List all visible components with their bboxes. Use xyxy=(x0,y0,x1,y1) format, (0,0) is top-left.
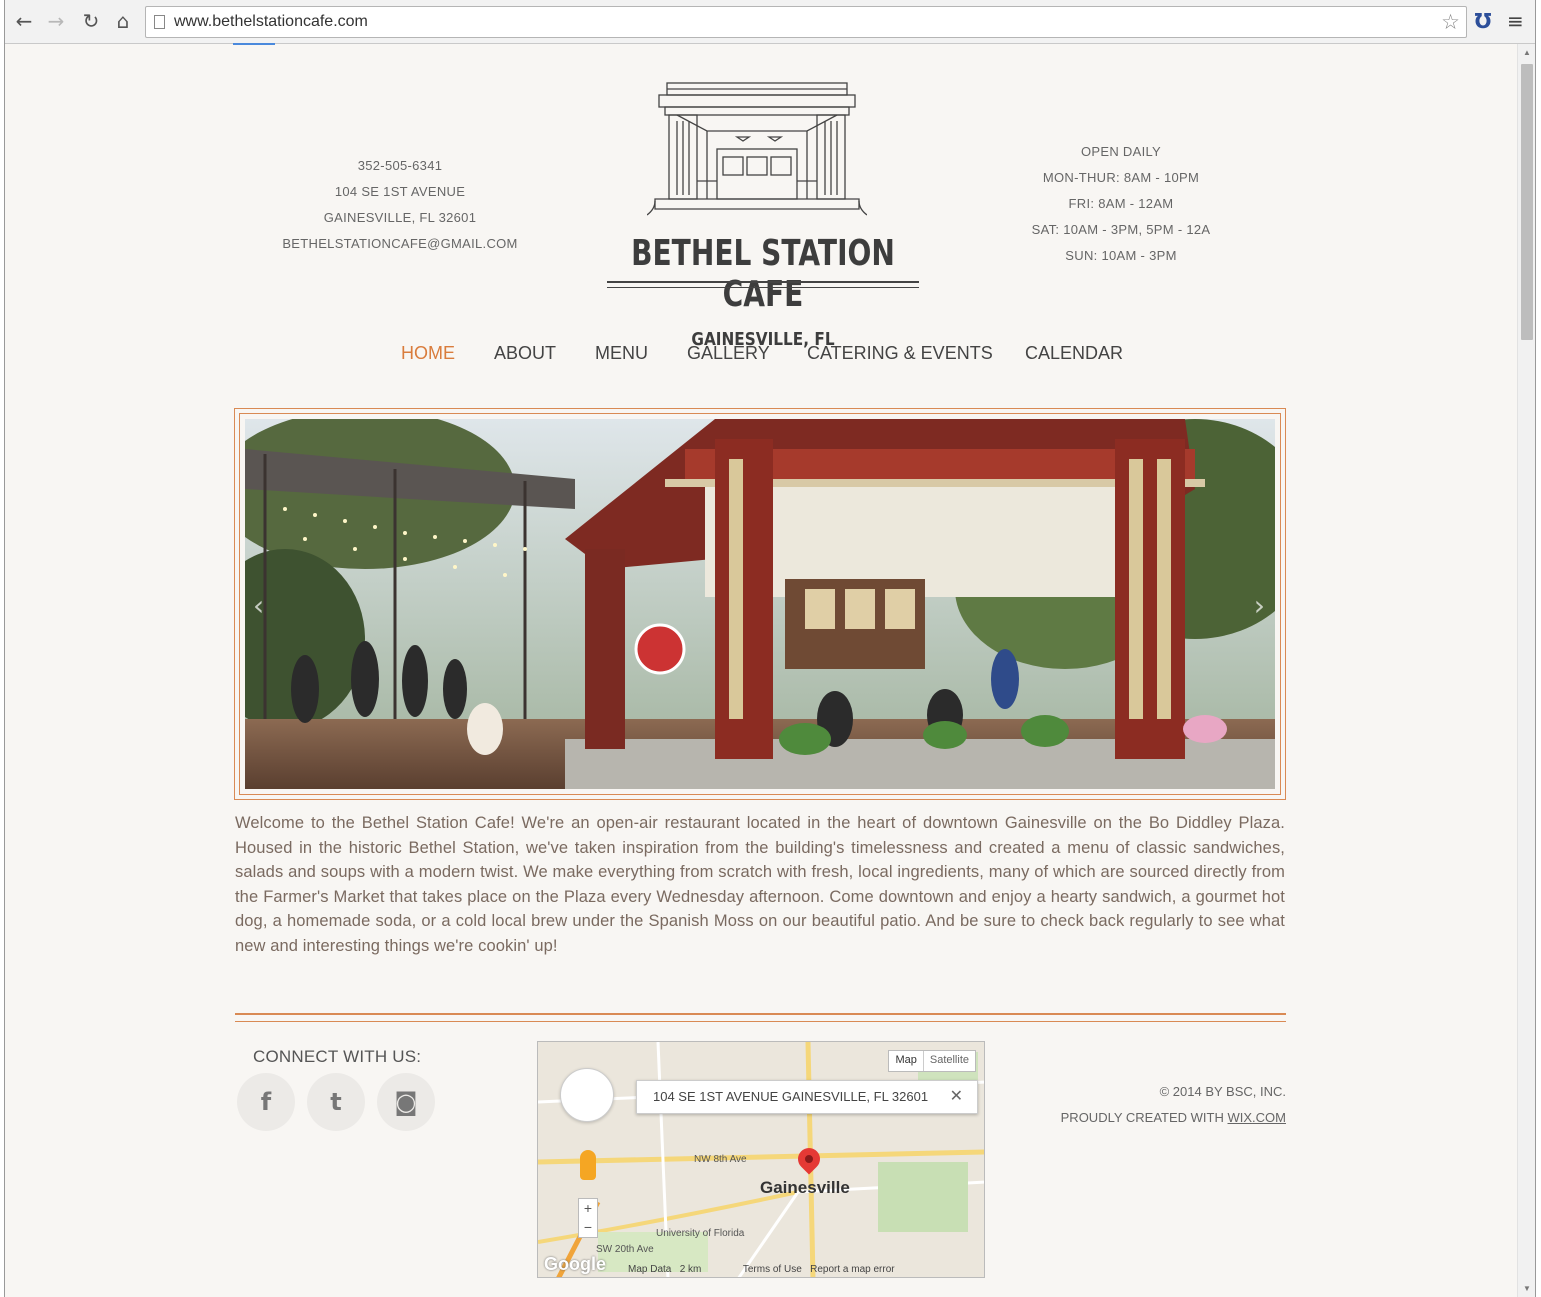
hours-sat: SAT: 10AM - 3PM, 5PM - 12A xyxy=(1031,222,1211,237)
map-report-link[interactable]: Report a map error xyxy=(810,1264,894,1275)
logo-rule-bottom xyxy=(607,287,919,288)
phone-number: 352-505-6341 xyxy=(357,158,443,173)
map-pan-control[interactable] xyxy=(560,1068,614,1122)
home-icon[interactable]: ⌂ xyxy=(112,10,134,32)
created-prefix: PROUDLY CREATED WITH xyxy=(1060,1110,1228,1125)
city-address: GAINESVILLE, FL 32601 xyxy=(323,210,477,225)
hero-photo: ‹ › xyxy=(245,419,1275,789)
reload-icon[interactable]: ↻ xyxy=(80,10,102,32)
footer-divider-bottom xyxy=(235,1021,1286,1022)
google-logo: Google xyxy=(544,1254,606,1274)
facebook-icon[interactable]: f xyxy=(237,1073,295,1131)
browser-window: ← → ↻ ⌂ www.bethelstationcafe.com ☆ Ʊ ≡ … xyxy=(4,0,1536,1297)
map-street-label: NW 8th Ave xyxy=(694,1154,747,1165)
site-logo[interactable]: BETHEL STATION CAFE GAINESVILLE, FL xyxy=(593,81,933,350)
scroll-thumb[interactable] xyxy=(1521,64,1533,340)
nav-calendar[interactable]: CALENDAR xyxy=(1025,343,1123,364)
created-with-line: PROUDLY CREATED WITH WIX.COM xyxy=(1005,1105,1286,1131)
contact-block: 352-505-6341 104 SE 1ST AVENUE GAINESVIL… xyxy=(235,153,565,257)
twitter-icon[interactable]: t xyxy=(307,1073,365,1131)
address-bar[interactable]: www.bethelstationcafe.com ☆ xyxy=(145,6,1467,38)
map-bubble-address: 104 SE 1ST AVENUE GAINESVILLE, FL 32601 xyxy=(653,1089,929,1104)
slide-prev-icon[interactable]: ‹ xyxy=(253,589,264,622)
copyright-text: © 2014 BY BSC, INC. xyxy=(1159,1084,1286,1099)
logo-title: BETHEL STATION CAFE xyxy=(631,233,895,315)
back-arrow-icon[interactable]: ← xyxy=(13,10,35,32)
close-icon[interactable]: ✕ xyxy=(950,1081,963,1113)
nav-menu[interactable]: MENU xyxy=(595,343,648,364)
map-data-label: Map Data xyxy=(628,1264,672,1275)
map-scale-label: 2 km xyxy=(679,1264,702,1275)
scroll-down-icon[interactable]: ▼ xyxy=(1523,1284,1531,1293)
map-tab-satellite[interactable]: Satellite xyxy=(922,1051,975,1071)
hours-heading: OPEN DAILY xyxy=(1080,144,1162,159)
extension-icon[interactable]: Ʊ xyxy=(1471,9,1495,33)
map-university-label: University of Florida xyxy=(656,1228,745,1239)
hours-block: OPEN DAILY MON-THUR: 8AM - 10PM FRI: 8AM… xyxy=(1005,139,1237,269)
instagram-icon[interactable]: ◙ xyxy=(377,1073,435,1131)
logo-rule-top xyxy=(607,281,919,283)
nav-gallery[interactable]: GALLERY xyxy=(687,343,770,364)
nav-catering-events[interactable]: CATERING & EVENTS xyxy=(807,343,993,364)
map-footer: Map Data 2 km Terms of Use Report a map … xyxy=(628,1264,895,1275)
street-address: 104 SE 1ST AVENUE xyxy=(334,184,466,199)
scroll-up-icon[interactable]: ▲ xyxy=(1523,48,1531,57)
url-text[interactable]: www.bethelstationcafe.com xyxy=(174,13,368,31)
copyright-block: © 2014 BY BSC, INC. PROUDLY CREATED WITH… xyxy=(1005,1079,1286,1131)
map-info-bubble: 104 SE 1ST AVENUE GAINESVILLE, FL 32601 … xyxy=(636,1080,978,1114)
map-terms-link[interactable]: Terms of Use xyxy=(743,1264,802,1275)
map-tab-map[interactable]: Map xyxy=(889,1051,922,1071)
slide-next-icon[interactable]: › xyxy=(1254,589,1265,622)
nav-about[interactable]: ABOUT xyxy=(494,343,556,364)
hero-slideshow: ‹ › xyxy=(234,408,1286,800)
map-city-label: Gainesville xyxy=(760,1178,850,1197)
hours-sun: SUN: 10AM - 3PM xyxy=(1065,248,1177,263)
station-building-illustration xyxy=(647,82,867,216)
street-view-pegman-icon[interactable] xyxy=(580,1150,596,1180)
hours-fri: FRI: 8AM - 12AM xyxy=(1068,196,1174,211)
map-type-toggle[interactable]: Map Satellite xyxy=(888,1050,976,1072)
main-navigation: HOME ABOUT MENU GALLERY CATERING & EVENT… xyxy=(5,343,1517,367)
footer-divider-top xyxy=(235,1013,1286,1015)
browser-menu-icon[interactable]: ≡ xyxy=(1507,9,1524,33)
google-map[interactable]: + − Map Satellite 104 SE 1ST AVENUE GAINE… xyxy=(537,1041,985,1278)
wix-link[interactable]: WIX.COM xyxy=(1228,1110,1287,1125)
patio-photo-illustration xyxy=(245,419,1275,789)
nav-home[interactable]: HOME xyxy=(401,343,455,364)
welcome-paragraph: Welcome to the Bethel Station Cafe! We'r… xyxy=(235,814,1285,955)
page-content: 352-505-6341 104 SE 1ST AVENUE GAINESVIL… xyxy=(5,45,1517,1297)
map-zoom-control[interactable]: + − xyxy=(578,1198,598,1238)
bookmark-star-icon[interactable]: ☆ xyxy=(1441,10,1460,34)
vertical-scrollbar[interactable]: ▲ ▼ xyxy=(1517,44,1535,1297)
browser-toolbar: ← → ↻ ⌂ www.bethelstationcafe.com ☆ Ʊ ≡ xyxy=(5,0,1535,45)
connect-heading: CONNECT WITH US: xyxy=(253,1047,422,1066)
page-icon xyxy=(154,15,165,29)
email-address[interactable]: BETHELSTATIONCAFE@GMAIL.COM xyxy=(235,231,565,257)
forward-arrow-icon[interactable]: → xyxy=(45,10,67,32)
hours-mon-thu: MON-THUR: 8AM - 10PM xyxy=(1042,170,1200,185)
